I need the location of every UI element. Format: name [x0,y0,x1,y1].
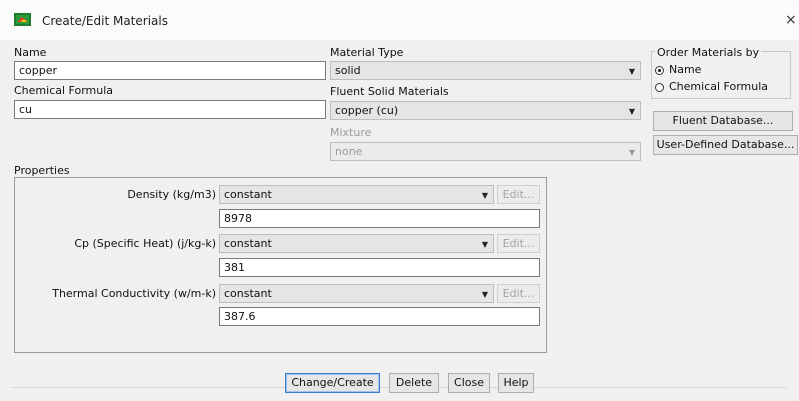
change-create-button[interactable]: Change/Create [285,373,380,393]
thermal-conductivity-method-dropdown[interactable]: constant ▼ [219,284,494,303]
thermal-conductivity-edit-button: Edit... [497,284,540,303]
material-type-dropdown[interactable]: solid ▼ [330,61,641,80]
user-defined-database-button[interactable]: User-Defined Database... [653,135,798,155]
density-value-field[interactable]: 8978 [219,209,540,228]
thermal-conductivity-value-field[interactable]: 387.6 [219,307,540,326]
chevron-down-icon: ▼ [481,240,488,249]
properties-label: Properties [14,164,70,177]
specific-heat-label: Cp (Specific Heat) (j/kg-k) [74,237,216,250]
specific-heat-method-dropdown[interactable]: constant ▼ [219,234,494,253]
chemical-formula-label: Chemical Formula [14,84,114,97]
density-label: Density (kg/m3) [127,188,216,201]
chevron-down-icon: ▼ [481,191,488,200]
thermal-conductivity-label: Thermal Conductivity (w/m-k) [52,287,216,300]
mixture-value: none [335,145,363,158]
density-edit-button: Edit... [497,185,540,204]
mixture-label: Mixture [330,126,372,139]
order-by-formula-radio[interactable] [655,83,664,92]
order-materials-label: Order Materials by [655,46,762,59]
fluent-app-icon [14,13,31,26]
order-by-name-radio[interactable] [655,66,664,75]
specific-heat-value-field[interactable]: 381 [219,258,540,277]
name-label: Name [14,46,47,59]
mixture-dropdown: none ▼ [330,142,641,161]
chevron-down-icon: ▼ [628,107,635,116]
fluent-solid-materials-value: copper (cu) [335,104,399,117]
order-by-formula-label: Chemical Formula [669,80,769,93]
order-by-name-label: Name [669,63,702,76]
density-method-dropdown[interactable]: constant ▼ [219,185,494,204]
thermal-conductivity-method-value: constant [224,287,272,300]
chevron-down-icon: ▼ [481,290,488,299]
density-method-value: constant [224,188,272,201]
chemical-formula-field[interactable]: cu [14,100,326,119]
material-type-label: Material Type [330,46,404,59]
chevron-down-icon: ▼ [628,67,635,76]
fluent-solid-materials-label: Fluent Solid Materials [330,85,449,98]
close-button[interactable]: Close [448,373,490,393]
name-field[interactable]: copper [14,61,326,80]
specific-heat-method-value: constant [224,237,272,250]
specific-heat-edit-button: Edit... [497,234,540,253]
fluent-database-button[interactable]: Fluent Database... [653,111,793,131]
material-type-value: solid [335,64,361,77]
window-title: Create/Edit Materials [42,14,168,28]
help-button[interactable]: Help [498,373,534,393]
close-icon[interactable]: × [785,12,797,28]
fluent-solid-materials-dropdown[interactable]: copper (cu) ▼ [330,101,641,120]
chevron-down-icon: ▼ [628,148,635,157]
delete-button[interactable]: Delete [389,373,439,393]
